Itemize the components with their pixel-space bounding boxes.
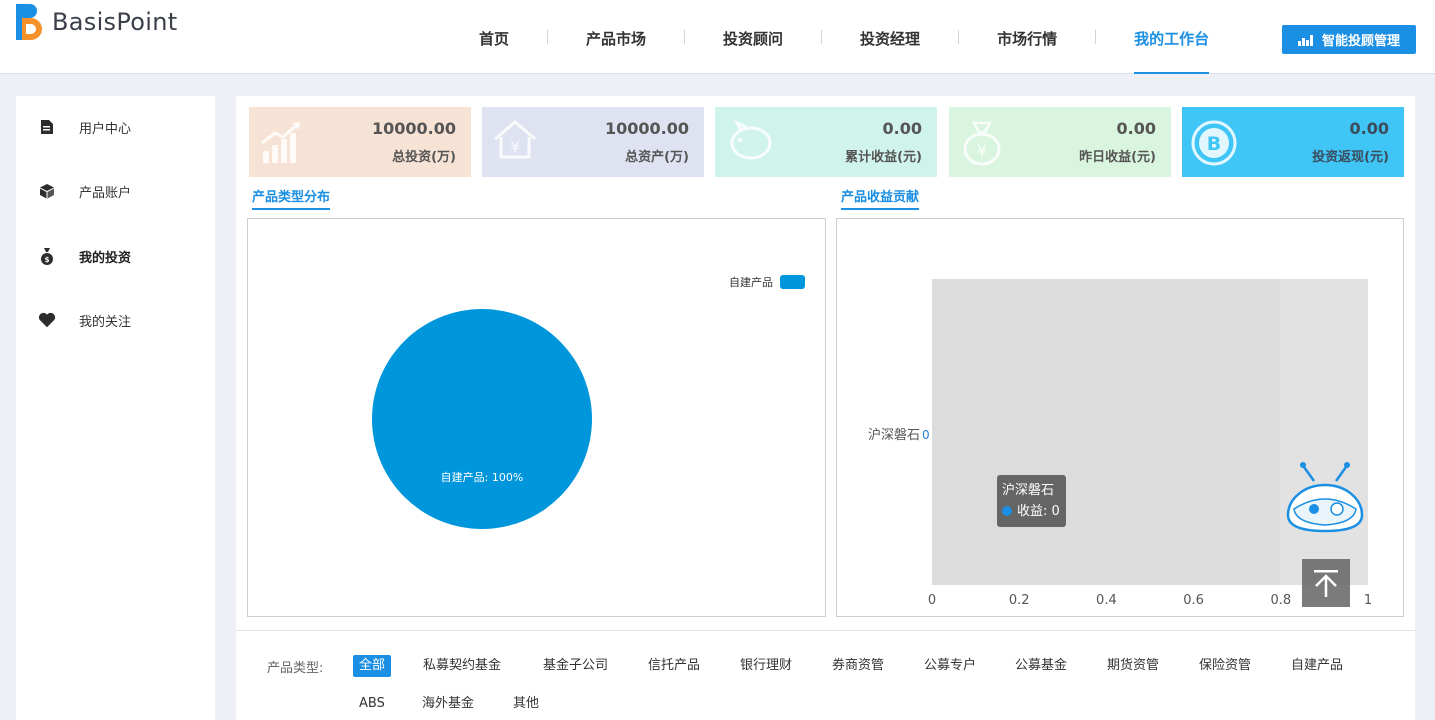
tooltip-text: 收益: 0 — [1017, 504, 1060, 519]
filter-option[interactable]: 海外基金 — [416, 693, 480, 715]
yesterday-income-card: ¥ 0.00 昨日收益(元) — [949, 107, 1171, 177]
filter-option[interactable]: 自建产品 — [1285, 655, 1349, 677]
sidebar-item-label: 产品账户 — [79, 185, 132, 201]
logo-icon — [16, 4, 42, 40]
sidebar-item-my-follow[interactable]: 我的关注 — [16, 305, 215, 335]
filter-option[interactable]: 券商资管 — [826, 655, 890, 677]
nav-divider — [821, 30, 823, 44]
sidebar-item-my-investment[interactable]: $ 我的投资 — [16, 241, 215, 271]
x-tick-label: 0.8 — [1270, 593, 1292, 608]
x-tick-label: 0.4 — [1096, 593, 1117, 608]
sidebar-item-label: 我的关注 — [79, 314, 132, 330]
smart-advisor-button[interactable]: 智能投顾管理 — [1282, 25, 1416, 54]
contribution-section-title[interactable]: 产品收益贡献 — [841, 186, 920, 210]
filter-option[interactable]: 公募专户 — [918, 655, 982, 677]
cashback-card: B 0.00 投资返现(元) — [1182, 107, 1404, 177]
product-type-filter: 产品类型: 全部 私募契约基金 基金子公司 信托产品 银行理财 券商资管 公募专户 公募基金 期… — [236, 630, 1415, 720]
total-assets-card: ¥ 10000.00 总资产(万) — [482, 107, 704, 177]
pie-slice-label: 自建产品: 100% — [441, 470, 524, 484]
product-type-pie-panel: 自建产品 自建产品: 100% — [247, 218, 826, 617]
smart-advisor-label: 智能投顾管理 — [1321, 34, 1400, 49]
tooltip-series-dot — [1002, 506, 1012, 516]
svg-text:¥: ¥ — [977, 141, 987, 160]
filter-option[interactable]: 全部 — [353, 655, 392, 677]
cumulative-income-card: 0.00 累计收益(元) — [715, 107, 937, 177]
product-income-bar-panel: 沪深磐石 0 0 0.2 0.4 0.6 0.8 1 沪深磐石 收益: 0 — [836, 218, 1404, 617]
brand-name: BasisPoint — [52, 8, 178, 36]
top-header: BasisPoint 首页 产品市场 投资顾问 投资经理 市场行情 我的工作台 … — [0, 0, 1435, 74]
total-investment-value: 10000.00 — [371, 119, 456, 138]
x-tick-label: 0 — [927, 593, 937, 608]
sidebar-item-product-account[interactable]: 产品账户 — [16, 176, 215, 206]
heart-icon — [38, 312, 56, 329]
nav-home[interactable]: 首页 — [460, 0, 528, 74]
filter-option[interactable]: 信托产品 — [642, 655, 706, 677]
filter-option[interactable]: 私募契约基金 — [417, 655, 507, 677]
nav-divider — [684, 30, 686, 44]
document-icon — [38, 119, 56, 135]
total-investment-label: 总投资(万) — [392, 150, 456, 165]
nav-my-workbench[interactable]: 我的工作台 — [1115, 0, 1228, 74]
growth-chart-icon — [261, 122, 300, 163]
bar-data-label: 0 — [922, 428, 930, 442]
brand-logo[interactable]: BasisPoint — [14, 2, 177, 42]
sidebar: 用户中心 产品账户 $ 我的投资 我的关注 — [16, 96, 215, 720]
total-assets-value: 10000.00 — [604, 119, 689, 138]
filter-option[interactable]: 其他 — [507, 693, 545, 715]
filter-label: 产品类型: — [267, 661, 324, 676]
box-icon — [38, 183, 56, 199]
svg-text:$: $ — [45, 256, 50, 264]
sidebar-item-user-center[interactable]: 用户中心 — [16, 112, 215, 142]
chart-tooltip: 沪深磐石 收益: 0 — [997, 475, 1066, 527]
yesterday-income-value: 0.00 — [1116, 119, 1156, 138]
sidebar-item-label: 我的投资 — [79, 250, 132, 266]
pie-chart: 自建产品: 100% — [372, 309, 592, 529]
filter-option[interactable]: 基金子公司 — [537, 655, 614, 677]
x-tick-label: 0.6 — [1183, 593, 1204, 608]
main-nav: 首页 产品市场 投资顾问 投资经理 市场行情 我的工作台 — [460, 0, 1228, 74]
house-yen-icon: ¥ — [494, 120, 536, 159]
money-bag-icon: $ — [38, 247, 56, 265]
sidebar-item-label: 用户中心 — [79, 121, 132, 137]
robot-assistant-icon[interactable] — [1284, 459, 1370, 543]
filter-option[interactable]: 公募基金 — [1009, 655, 1073, 677]
nav-investment-advisor[interactable]: 投资顾问 — [704, 0, 802, 74]
nav-investment-manager[interactable]: 投资经理 — [841, 0, 939, 74]
money-bag-yen-icon: ¥ — [963, 121, 1001, 166]
pie-slice[interactable] — [372, 309, 592, 529]
x-tick-label: 1 — [1363, 593, 1373, 608]
bar-category-label: 沪深磐石 0 — [868, 424, 930, 443]
nav-divider — [547, 30, 549, 44]
total-investment-card: 10000.00 总投资(万) — [249, 107, 471, 177]
cashback-label: 投资返现(元) — [1312, 150, 1389, 165]
tooltip-title: 沪深磐石 — [1002, 483, 1055, 498]
back-to-top-button[interactable] — [1302, 559, 1350, 607]
filter-option[interactable]: ABS — [353, 693, 391, 715]
bar-category-text: 沪深磐石 — [868, 428, 921, 443]
nav-divider — [958, 30, 960, 44]
cumulative-income-value: 0.00 — [882, 119, 922, 138]
cumulative-income-label: 累计收益(元) — [845, 150, 922, 165]
bar-chart-icon — [1297, 34, 1313, 46]
nav-product-market[interactable]: 产品市场 — [567, 0, 665, 74]
filter-option[interactable]: 保险资管 — [1193, 655, 1257, 677]
filter-option[interactable]: 期货资管 — [1101, 655, 1165, 677]
filter-option[interactable]: 银行理财 — [734, 655, 798, 677]
nav-market-quotes[interactable]: 市场行情 — [978, 0, 1076, 74]
bitcoin-icon: B — [1191, 120, 1237, 166]
nav-divider — [1095, 30, 1097, 44]
svg-text:¥: ¥ — [510, 138, 520, 156]
svg-text:B: B — [1207, 133, 1221, 155]
piggy-bank-icon — [730, 119, 772, 160]
cashback-value: 0.00 — [1349, 119, 1389, 138]
x-tick-label: 0.2 — [1008, 593, 1030, 608]
arrow-up-icon — [1314, 570, 1338, 597]
distribution-section-title[interactable]: 产品类型分布 — [252, 186, 331, 210]
main-content: 10000.00 总投资(万) ¥ 10000.00 总资产(万) 0.00 累… — [236, 96, 1415, 636]
yesterday-income-label: 昨日收益(元) — [1079, 150, 1156, 165]
total-assets-label: 总资产(万) — [625, 150, 689, 165]
